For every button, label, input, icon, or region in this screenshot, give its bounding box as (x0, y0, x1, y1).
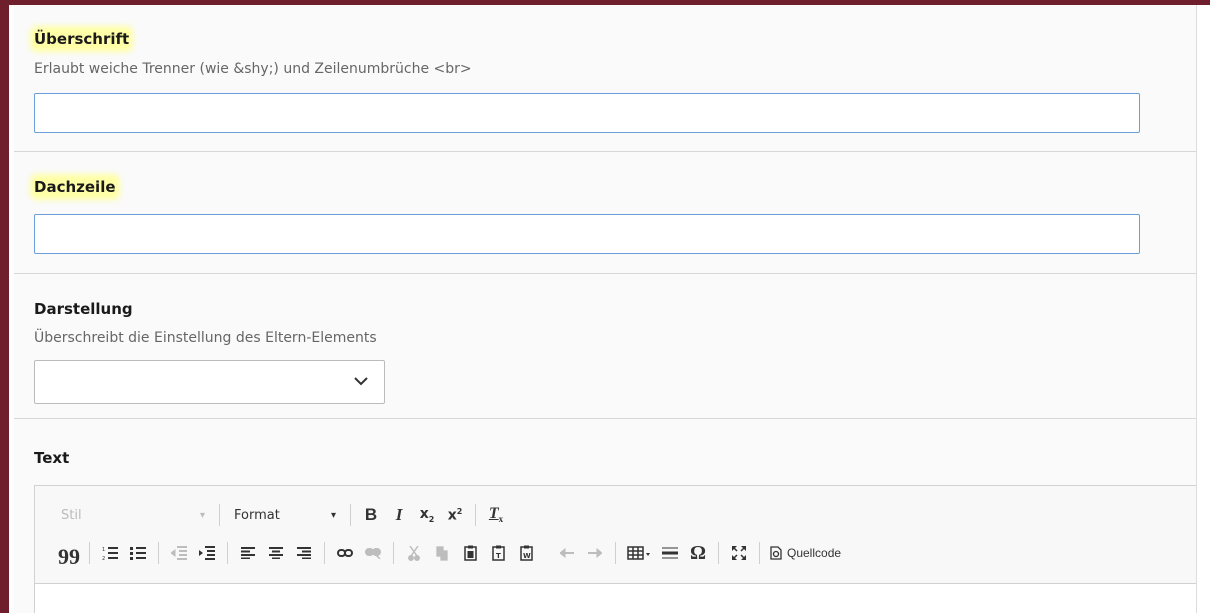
subheadline-label: Dachzeile (34, 178, 116, 196)
paste-text-button[interactable]: T (484, 539, 512, 567)
editor-toolbar: Stil ▾ Format ▾ B I x2 x2 Tx 99 1 2 T W … (35, 486, 1196, 584)
headline-input[interactable] (34, 93, 1140, 133)
cut-button[interactable] (400, 539, 428, 567)
rich-text-editor: Stil ▾ Format ▾ B I x2 x2 Tx 99 1 2 T W … (34, 485, 1196, 614)
superscript-icon: x2 (447, 506, 463, 524)
bold-icon: B (364, 505, 378, 524)
window-frame-left (0, 0, 9, 613)
toolbar-row-2: 99 12 T W Ω Quellcode (55, 538, 845, 570)
subheadline-section: Dachzeile (14, 152, 1196, 274)
bold-button[interactable]: B (357, 501, 385, 529)
style-combo-arrow-icon: ▾ (199, 509, 205, 521)
toolbar-separator (759, 542, 760, 564)
toolbar-separator (89, 542, 90, 564)
svg-text:2: 2 (102, 556, 105, 560)
text-label: Text (34, 449, 70, 467)
scissors-icon (408, 545, 420, 561)
style-combo[interactable]: Stil ▾ (55, 500, 213, 530)
bullet-list-button[interactable] (124, 539, 152, 567)
format-combo-label: Format (234, 507, 280, 523)
unlink-icon (365, 548, 381, 559)
superscript-button[interactable]: x2 (441, 501, 469, 529)
table-button[interactable] (622, 539, 656, 567)
chevron-down-icon (354, 377, 368, 386)
copy-button[interactable] (428, 539, 456, 567)
omega-icon: Ω (689, 541, 706, 564)
toolbar-separator (158, 542, 159, 564)
subheadline-input[interactable] (34, 214, 1140, 254)
svg-text:T: T (496, 552, 501, 560)
bullet-list-icon (130, 547, 146, 560)
align-right-icon (297, 547, 311, 559)
svg-text:1: 1 (102, 547, 105, 553)
toolbar-separator (718, 542, 719, 564)
style-combo-label: Stil (61, 507, 82, 523)
format-combo[interactable]: Format ▾ (226, 500, 344, 530)
toolbar-separator (227, 542, 228, 564)
maximize-button[interactable] (725, 539, 753, 567)
maximize-icon (732, 546, 746, 560)
italic-button[interactable]: I (385, 501, 413, 529)
toolbar-separator (324, 542, 325, 564)
headline-description: Erlaubt weiche Trenner (wie &shy;) und Z… (34, 61, 472, 77)
remove-format-icon: Tx (488, 505, 504, 525)
outdent-icon (171, 546, 187, 560)
display-label: Darstellung (34, 300, 133, 318)
align-center-icon (269, 547, 283, 559)
remove-format-button[interactable]: Tx (482, 501, 510, 529)
subscript-icon: x2 (419, 506, 435, 524)
table-icon (627, 546, 650, 560)
numbered-list-button[interactable]: 12 (96, 539, 124, 567)
paste-word-icon: W (519, 545, 533, 561)
toolbar-separator (475, 504, 476, 526)
format-combo-arrow-icon: ▾ (330, 509, 336, 521)
toolbar-separator (350, 504, 351, 526)
horizontal-rule-icon (662, 547, 678, 559)
align-left-button[interactable] (234, 539, 262, 567)
source-code-label: Quellcode (787, 546, 842, 560)
toolbar-row-1: Stil ▾ Format ▾ B I x2 x2 Tx (55, 500, 510, 530)
source-code-button[interactable]: Quellcode (766, 539, 845, 567)
quote-icon: 99 (58, 544, 80, 569)
indent-icon (199, 546, 215, 560)
align-right-button[interactable] (290, 539, 318, 567)
display-select[interactable] (34, 360, 385, 404)
redo-icon (588, 548, 602, 558)
toolbar-separator (615, 542, 616, 564)
blockquote-button[interactable]: 99 (55, 539, 83, 569)
unlink-button[interactable] (359, 539, 387, 567)
subscript-button[interactable]: x2 (413, 501, 441, 529)
outdent-button[interactable] (165, 539, 193, 567)
horizontal-rule-button[interactable] (656, 539, 684, 567)
paste-icon (463, 545, 477, 561)
redo-button[interactable] (581, 539, 609, 567)
numbered-list-icon: 12 (102, 547, 118, 560)
italic-icon: I (395, 505, 403, 524)
copy-icon (436, 545, 448, 561)
link-icon (337, 549, 353, 557)
align-left-icon (241, 547, 255, 559)
text-section: Text Stil ▾ Format ▾ B I x2 x2 Tx 99 1 2… (14, 419, 1196, 614)
paste-text-icon: T (491, 545, 505, 561)
paste-button[interactable] (456, 539, 484, 567)
display-section: Darstellung Überschreibt die Einstellung… (14, 274, 1196, 419)
display-description: Überschreibt die Einstellung des Eltern-… (34, 330, 377, 346)
headline-label: Überschrift (34, 30, 130, 48)
undo-icon (560, 548, 574, 558)
svg-text:W: W (523, 552, 531, 560)
source-code-icon (770, 546, 782, 560)
editor-content-area[interactable] (35, 584, 1196, 614)
toolbar-separator (219, 504, 220, 526)
form-panel: Überschrift Erlaubt weiche Trenner (wie … (14, 5, 1197, 614)
headline-section: Überschrift Erlaubt weiche Trenner (wie … (14, 5, 1196, 152)
toolbar-separator (393, 542, 394, 564)
align-center-button[interactable] (262, 539, 290, 567)
indent-button[interactable] (193, 539, 221, 567)
undo-button[interactable] (553, 539, 581, 567)
special-char-button[interactable]: Ω (684, 539, 712, 567)
paste-word-button[interactable]: W (512, 539, 540, 567)
link-button[interactable] (331, 539, 359, 567)
